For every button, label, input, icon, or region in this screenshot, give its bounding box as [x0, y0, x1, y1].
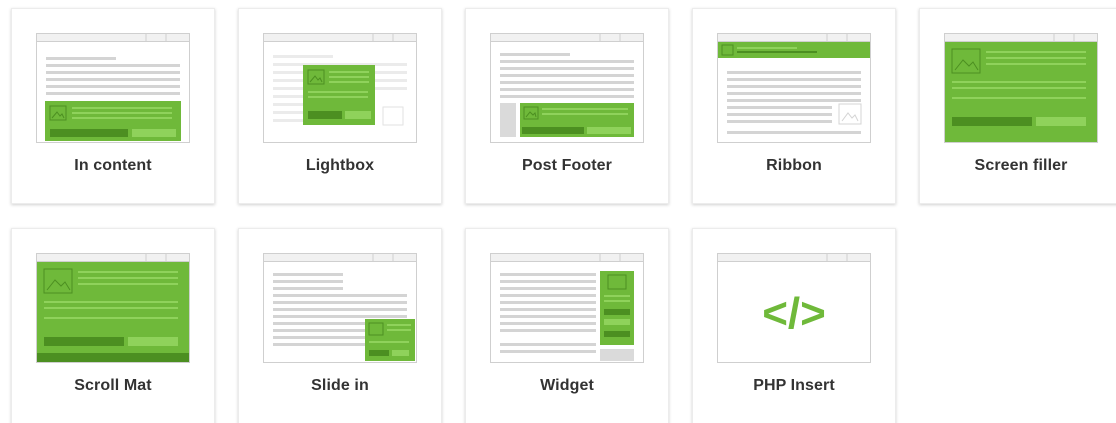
scroll-mat-layout-icon [36, 253, 190, 363]
post-footer-layout-icon [490, 33, 644, 143]
campaign-card-label: Scroll Mat [74, 377, 152, 394]
campaign-card-in-content[interactable]: In content [11, 8, 215, 204]
campaign-card-scroll-mat[interactable]: Scroll Mat [11, 228, 215, 423]
slide-in-layout-icon [263, 253, 417, 363]
campaign-card-widget[interactable]: Widget [465, 228, 669, 423]
campaign-card-label: In content [74, 157, 152, 174]
in-content-layout-icon [36, 33, 190, 143]
campaign-card-label: Slide in [311, 377, 369, 394]
ribbon-layout-icon [717, 33, 871, 143]
screen-filler-layout-icon [944, 33, 1098, 143]
campaign-card-label: Ribbon [766, 157, 822, 174]
campaign-type-grid: In content Lightbox Post Footer Ribbon S… [0, 0, 1116, 423]
code-brackets-icon: </> [717, 253, 871, 363]
campaign-card-post-footer[interactable]: Post Footer [465, 8, 669, 204]
campaign-card-label: PHP Insert [753, 377, 835, 394]
lightbox-layout-icon [263, 33, 417, 143]
campaign-card-php-insert[interactable]: </> PHP Insert [692, 228, 896, 423]
campaign-card-label: Lightbox [305, 157, 375, 174]
campaign-card-ribbon[interactable]: Ribbon [692, 8, 896, 204]
campaign-card-slide-in[interactable]: Slide in [238, 228, 442, 423]
campaign-card-screen-filler[interactable]: Screen filler [919, 8, 1116, 204]
campaign-card-label: Widget [540, 377, 594, 394]
widget-layout-icon [490, 253, 644, 363]
campaign-card-label: Screen filler [974, 157, 1068, 174]
php-code-glyph: </> [762, 289, 826, 338]
campaign-card-label: Post Footer [522, 157, 612, 174]
campaign-card-lightbox[interactable]: Lightbox [238, 8, 442, 204]
